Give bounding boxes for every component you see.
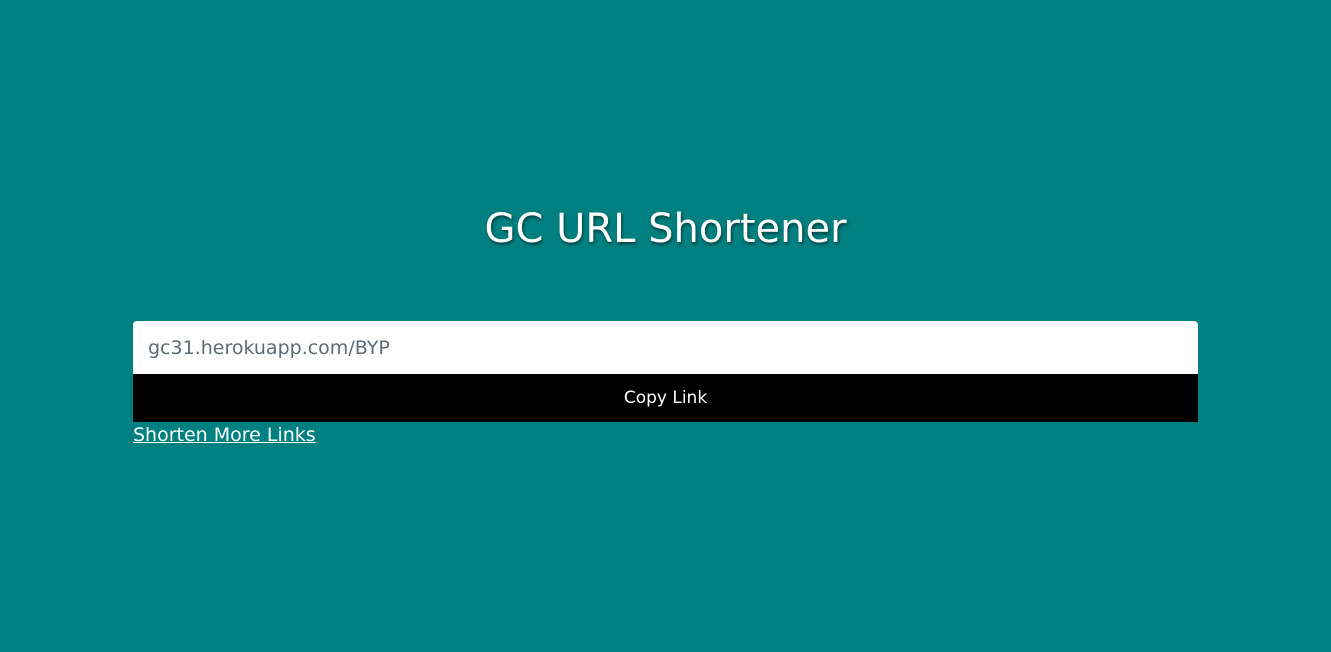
shorten-more-links-link[interactable]: Shorten More Links (133, 423, 316, 447)
page-title: GC URL Shortener (484, 206, 847, 252)
short-url-field[interactable] (133, 321, 1198, 374)
copy-link-button[interactable]: Copy Link (133, 374, 1198, 422)
